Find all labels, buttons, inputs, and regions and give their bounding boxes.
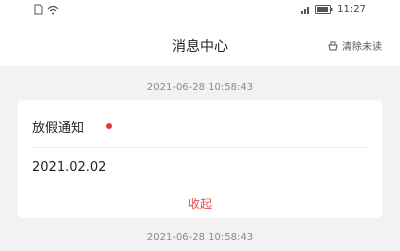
message-timestamp: 2021-06-28 10:58:43: [146, 232, 254, 243]
broom-icon: [328, 41, 338, 50]
unread-dot: [106, 123, 112, 129]
wifi-icon: [47, 5, 59, 14]
sim-icon: [34, 4, 43, 15]
card-divider: [32, 147, 368, 148]
battery-icon: [315, 5, 333, 14]
clear-unread-label: 清除未读: [342, 42, 382, 53]
message-timestamp: 2021-06-28 10:58:43: [146, 82, 254, 93]
header: 消息中心 清除未读: [0, 24, 400, 66]
status-time: 11:27: [337, 4, 366, 15]
status-bar: 11:27: [0, 0, 400, 24]
status-right: 11:27: [301, 4, 366, 15]
collapse-button[interactable]: 收起: [18, 195, 382, 212]
clear-unread-button[interactable]: 清除未读: [328, 38, 382, 53]
status-left-icons: [34, 4, 59, 15]
signal-icon: [301, 7, 310, 14]
message-title: 放假通知: [32, 121, 85, 136]
message-card[interactable]: 放假通知 2021.02.02 收起: [18, 100, 382, 218]
message-body: 2021.02.02: [32, 160, 107, 175]
